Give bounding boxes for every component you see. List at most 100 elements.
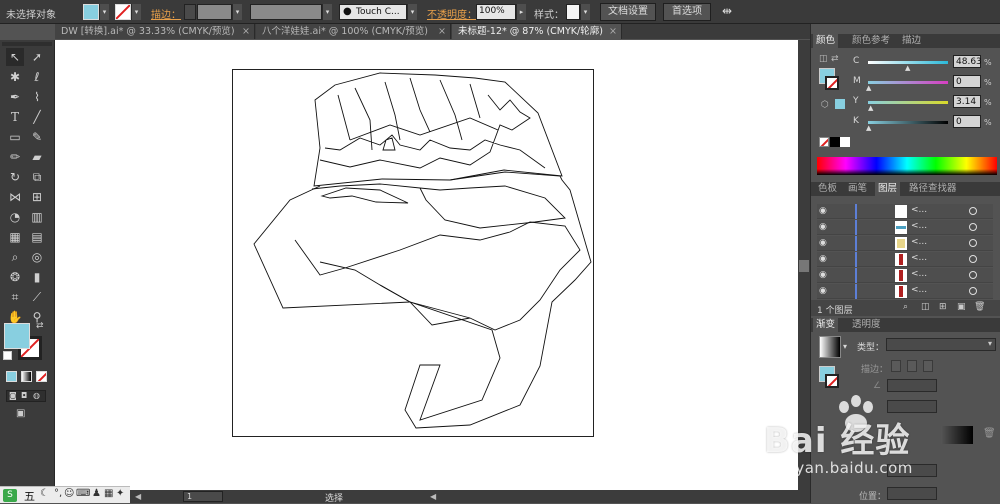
- status-bar: ◀ 1 选择 ◀: [55, 490, 810, 504]
- layer-row[interactable]: ◉ <...: [817, 284, 993, 299]
- color-spectrum[interactable]: [817, 157, 997, 175]
- position-input[interactable]: [887, 487, 937, 500]
- visibility-eye-icon[interactable]: ◉: [819, 238, 833, 249]
- target-circle-icon[interactable]: [969, 271, 977, 279]
- artboard-number-field[interactable]: 1: [183, 491, 223, 502]
- channel-y-value[interactable]: 3.14: [953, 95, 981, 108]
- visibility-eye-icon[interactable]: ◉: [819, 270, 833, 281]
- channel-c-value[interactable]: 48.63: [953, 55, 982, 68]
- swap-icon[interactable]: ⇄: [831, 54, 839, 64]
- target-circle-icon[interactable]: [969, 255, 977, 263]
- clipping-mask-icon[interactable]: ◫: [921, 302, 930, 312]
- layer-thumbnail: [895, 205, 907, 218]
- channel-k-value[interactable]: 0: [953, 115, 981, 128]
- target-circle-icon[interactable]: [969, 287, 977, 295]
- gradient-stroke-swatch[interactable]: [825, 374, 839, 388]
- tab-color[interactable]: 颜色: [813, 34, 839, 48]
- channel-y-thumb[interactable]: ▲: [868, 104, 873, 112]
- target-circle-icon[interactable]: [969, 239, 977, 247]
- layer-thumbnail: [895, 237, 907, 250]
- ime-emoji-icon[interactable]: ☺: [64, 488, 74, 499]
- layer-count: 1 个图层: [817, 306, 853, 316]
- tab-layers[interactable]: 图层: [875, 182, 901, 196]
- white-swatch[interactable]: [840, 137, 850, 147]
- visibility-eye-icon[interactable]: ◉: [819, 254, 833, 265]
- ime-punctuation-icon[interactable]: °,: [54, 488, 62, 499]
- ime-toolbar: S 五 ☾ °, ☺ ⌨ ♟ ▦ ✦: [0, 486, 130, 503]
- layer-thumbnail: [895, 221, 907, 234]
- visibility-eye-icon[interactable]: ◉: [819, 286, 833, 297]
- gradient-type-select[interactable]: ▾: [886, 338, 996, 351]
- color-stroke-swatch[interactable]: [825, 76, 839, 90]
- layer-row[interactable]: ◉ <...: [817, 252, 993, 267]
- channel-y-label: Y: [853, 96, 859, 106]
- layer-thumbnail: [895, 253, 907, 266]
- fill-color-box[interactable]: [4, 323, 30, 349]
- gradient-preview[interactable]: [819, 336, 841, 358]
- ime-moon-icon[interactable]: ☾: [40, 488, 49, 499]
- layer-row[interactable]: ◉ <...: [817, 268, 993, 283]
- tab-color-guide[interactable]: 颜色参考: [849, 34, 893, 48]
- scroll-left-icon[interactable]: ◀: [430, 492, 436, 501]
- locate-object-icon[interactable]: ⌕: [903, 302, 908, 312]
- channel-m-slider[interactable]: [868, 81, 948, 84]
- tab-transparency[interactable]: 透明度: [849, 318, 884, 332]
- ime-mode-label[interactable]: 五: [24, 488, 35, 504]
- baidu-jingyan-url: jingyan.baidu.com: [766, 459, 913, 477]
- baidu-jingyan-logo: Bai 经验: [764, 421, 911, 461]
- tab-brushes[interactable]: 画笔: [845, 182, 870, 196]
- visibility-eye-icon[interactable]: ◉: [819, 222, 833, 233]
- target-circle-icon[interactable]: [969, 207, 977, 215]
- layer-row[interactable]: ◉ <...: [817, 220, 993, 235]
- ime-settings-icon[interactable]: ✦: [116, 488, 124, 499]
- tool-status-text: 选择: [325, 494, 344, 504]
- baidu-watermark: Bai 经验 jingyan.baidu.com: [760, 395, 1000, 485]
- tab-swatches[interactable]: 色板: [815, 182, 840, 196]
- gradient-position-label: 位置：: [859, 492, 887, 502]
- channel-m-value[interactable]: 0: [953, 75, 981, 88]
- layer-thumbnail: [895, 285, 907, 298]
- hat-pattern-path[interactable]: [319, 77, 546, 169]
- tab-gradient[interactable]: 渐变: [813, 318, 839, 332]
- angle-input[interactable]: [887, 379, 937, 392]
- ime-skin-icon[interactable]: ♟: [92, 488, 101, 499]
- new-layer-icon[interactable]: ▣: [957, 302, 966, 312]
- new-sublayer-icon[interactable]: ⊞: [939, 302, 947, 312]
- artboard-nav-prev-icon[interactable]: ◀: [135, 492, 141, 501]
- channel-y-slider[interactable]: [868, 101, 948, 104]
- layers-panel-tabs: 色板 画笔 图层 路径查找器: [811, 182, 1000, 196]
- jaw-outline-path[interactable]: [379, 284, 471, 326]
- channel-c-label: C: [853, 56, 860, 66]
- color-panel-tabs: 颜色 颜色参考 描边: [811, 34, 1000, 48]
- default-fill-stroke-icon[interactable]: ◫: [819, 54, 828, 64]
- gamut-swatch[interactable]: [835, 99, 845, 109]
- gradient-type-label: 类型：: [857, 343, 885, 353]
- gradient-preview-dropdown-icon[interactable]: ▾: [843, 342, 847, 351]
- ime-grid-icon[interactable]: ▦: [104, 488, 113, 499]
- hat-outline-path[interactable]: [313, 72, 563, 187]
- ime-logo-icon[interactable]: S: [3, 489, 17, 502]
- tab-stroke[interactable]: 描边: [899, 34, 924, 48]
- vertical-scroll-thumb[interactable]: [799, 260, 809, 272]
- stroke-across-icon[interactable]: [923, 360, 933, 372]
- tab-pathfinder[interactable]: 路径查找器: [906, 182, 960, 196]
- stroke-within-icon[interactable]: [891, 360, 901, 372]
- mouth-outline-path[interactable]: [294, 221, 581, 331]
- face-outline-path[interactable]: [311, 183, 566, 229]
- channel-m-thumb[interactable]: ▲: [866, 84, 871, 92]
- layer-row[interactable]: ◉ <...: [817, 236, 993, 251]
- visibility-eye-icon[interactable]: ◉: [819, 206, 833, 217]
- delete-layer-icon[interactable]: 🗑: [974, 302, 985, 312]
- gradient-panel-tabs: 渐变 透明度: [811, 318, 1000, 332]
- black-swatch[interactable]: [830, 137, 840, 147]
- layer-thumbnail: [895, 269, 907, 282]
- channel-k-thumb[interactable]: ▲: [866, 124, 871, 132]
- channel-m-label: M: [853, 76, 861, 86]
- target-circle-icon[interactable]: [969, 223, 977, 231]
- none-swatch[interactable]: [819, 137, 829, 147]
- layer-row[interactable]: ◉ <...: [817, 204, 993, 219]
- ime-keyboard-icon[interactable]: ⌨: [76, 488, 90, 499]
- stroke-along-icon[interactable]: [907, 360, 917, 372]
- channel-c-thumb[interactable]: ▲: [905, 64, 910, 72]
- channel-k-slider[interactable]: [868, 121, 948, 124]
